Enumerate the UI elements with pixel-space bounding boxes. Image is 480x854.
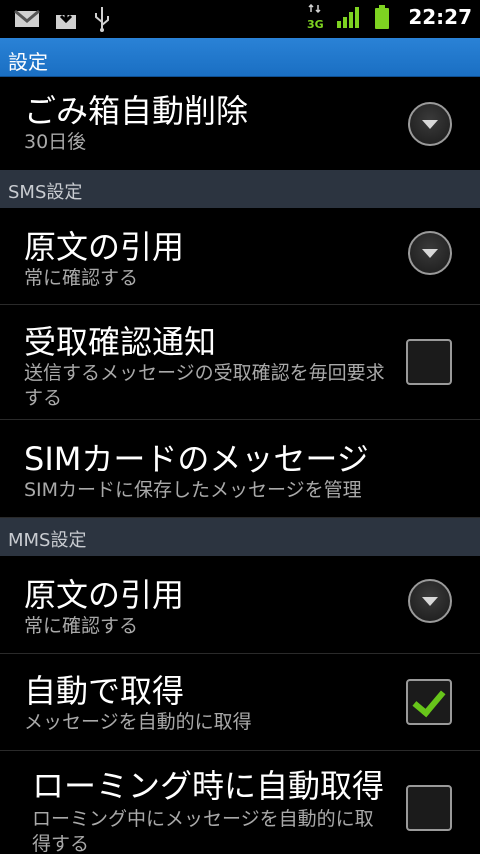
sim-messages-title: SIMカードのメッセージ	[24, 440, 369, 478]
trash-auto-delete-item[interactable]: ごみ箱自動削除 30日後	[0, 76, 480, 171]
auto-retrieve-summary: メッセージを自動的に取得	[24, 711, 252, 733]
delivery-report-summary: 送信するメッセージの受取確認を毎回要求する	[24, 362, 385, 409]
signal-icon	[337, 7, 360, 28]
sim-messages-item[interactable]: SIMカードのメッセージ SIMカードに保存したメッセージを管理	[0, 420, 480, 518]
roaming-auto-retrieve-checkbox[interactable]	[406, 785, 452, 831]
auto-retrieve-item[interactable]: 自動で取得 メッセージを自動的に取得	[0, 654, 480, 751]
roaming-auto-retrieve-summary: ローミング中にメッセージを自動的に取得する	[32, 808, 374, 854]
notification-icons	[14, 6, 112, 32]
dropdown-arrow-icon[interactable]	[408, 231, 452, 275]
svg-text:3G: 3G	[307, 18, 324, 30]
sms-section-header: SMS設定	[0, 170, 480, 208]
mms-section-header: MMS設定	[0, 518, 480, 556]
mms-section-label: MMS設定	[8, 530, 87, 551]
status-bar: 3G 22:27	[0, 0, 480, 38]
dropdown-arrow-icon[interactable]	[408, 579, 452, 623]
sms-section-label: SMS設定	[8, 182, 83, 203]
trash-auto-delete-title: ごみ箱自動削除	[24, 92, 249, 130]
delivery-report-checkbox[interactable]	[406, 339, 452, 385]
sim-messages-summary: SIMカードに保存したメッセージを管理	[24, 479, 362, 501]
delivery-report-item[interactable]: 受取確認通知 送信するメッセージの受取確認を毎回要求する	[0, 305, 480, 420]
mms-quote-item[interactable]: 原文の引用 常に確認する	[0, 556, 480, 654]
usb-icon	[95, 7, 109, 32]
mms-quote-summary: 常に確認する	[24, 615, 139, 637]
sms-quote-title: 原文の引用	[24, 228, 185, 266]
gmail-icon	[14, 9, 40, 27]
delivery-report-title: 受取確認通知	[24, 323, 217, 361]
title-bar: 設定	[0, 38, 480, 77]
clock: 22:27	[408, 5, 472, 29]
dropdown-arrow-icon[interactable]	[408, 102, 452, 146]
sms-quote-item[interactable]: 原文の引用 常に確認する	[0, 208, 480, 305]
trash-auto-delete-summary: 30日後	[24, 131, 87, 153]
3g-icon: 3G	[307, 4, 324, 30]
roaming-auto-retrieve-item[interactable]: ローミング時に自動取得 ローミング中にメッセージを自動的に取得する	[0, 751, 480, 854]
auto-retrieve-title: 自動で取得	[24, 672, 185, 710]
auto-retrieve-checkbox[interactable]	[406, 679, 452, 725]
battery-icon	[375, 5, 390, 29]
roaming-auto-retrieve-title: ローミング時に自動取得	[32, 767, 385, 805]
mms-quote-title: 原文の引用	[24, 576, 185, 614]
page-title: 設定	[8, 50, 48, 74]
download-icon	[56, 8, 76, 29]
system-icons: 3G 22:27	[306, 4, 472, 30]
sms-quote-summary: 常に確認する	[24, 267, 139, 289]
